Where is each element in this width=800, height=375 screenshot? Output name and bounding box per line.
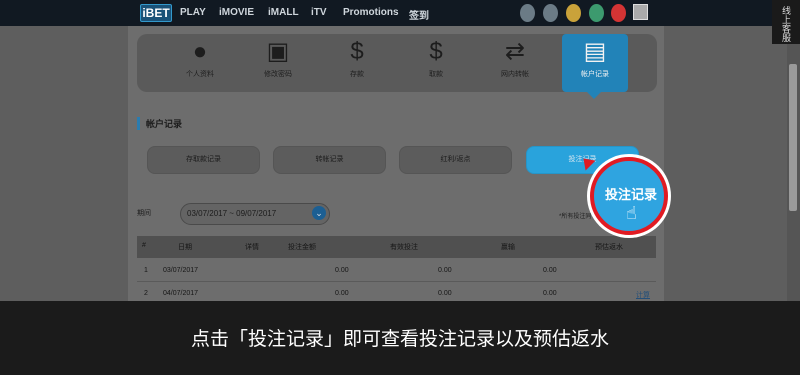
col-valid-bet: 有效投注 [390, 244, 418, 251]
filter-note: *所有投注同 [559, 214, 592, 220]
caption-text: 点击「投注记录」即可查看投注记录以及预估返水 [190, 328, 609, 350]
active-menu-pointer [587, 92, 601, 99]
lock-icon: ▣ [266, 38, 290, 65]
menu-transfer[interactable]: ⇄ 网内转帐 [485, 38, 545, 79]
user-avatar[interactable] [633, 4, 648, 20]
col-win-loss: 赢输 [501, 244, 515, 251]
menu-account-records[interactable]: ▤ 帐户记录 [562, 34, 628, 92]
notifications-icon[interactable] [543, 4, 558, 22]
alert-icon[interactable] [611, 4, 626, 22]
menu-transfer-label: 网内转帐 [501, 71, 529, 78]
menu-profile-label: 个人资料 [186, 71, 214, 78]
hand-cursor-icon: ☝ [626, 203, 637, 223]
col-bet-amount: 投注金额 [288, 244, 316, 251]
withdraw-icon: $ [429, 38, 443, 65]
menu-change-password[interactable]: ▣ 修改密码 [248, 38, 308, 79]
calculate-rebate-link[interactable]: 计算 [636, 290, 650, 300]
chat-icon[interactable] [589, 4, 604, 22]
tab-bonus-rebate[interactable]: 红利/返点 [399, 146, 512, 174]
row-divider [137, 281, 656, 282]
date-range-select[interactable]: 03/07/2017 ~ 09/07/2017 [180, 203, 330, 225]
menu-deposit[interactable]: $ 存款 [327, 38, 387, 79]
user-icon: ● [192, 38, 208, 65]
online-service-tab[interactable]: 线上客服 [772, 0, 800, 44]
messages-icon[interactable] [520, 4, 535, 22]
table-row-valid: 0.00 [438, 267, 452, 274]
table-row-valid: 0.00 [438, 290, 452, 297]
col-index: # [142, 242, 146, 249]
chevron-down-icon[interactable]: ⌄ [312, 206, 326, 220]
table-row-winloss: 0.00 [543, 290, 557, 297]
col-details: 详情 [245, 244, 259, 251]
menu-account-records-label: 帐户记录 [581, 71, 609, 78]
coin-icon[interactable] [566, 4, 581, 22]
menu-change-password-label: 修改密码 [264, 71, 292, 78]
records-icon: ▤ [583, 38, 607, 65]
nav-imall[interactable]: iMALL [268, 7, 299, 18]
tab-deposit-withdraw-records[interactable]: 存取款记录 [147, 146, 260, 174]
period-label: 期间 [137, 210, 151, 217]
menu-withdraw[interactable]: $ 取款 [406, 38, 466, 79]
transfer-icon: ⇄ [504, 38, 526, 65]
menu-profile[interactable]: ● 个人资料 [170, 38, 230, 79]
scrollbar-thumb[interactable] [789, 64, 797, 211]
nav-promotions[interactable]: Promotions [343, 7, 399, 18]
callout-label: 投注记录 [604, 187, 657, 202]
table-row-date: 04/07/2017 [163, 290, 199, 297]
nav-itv[interactable]: iTV [311, 7, 327, 18]
tab-transfer-records[interactable]: 转帐记录 [273, 146, 386, 174]
deposit-icon: $ [350, 38, 364, 65]
nav-checkin[interactable]: 签到 [409, 7, 429, 22]
col-date: 日期 [178, 244, 192, 251]
table-row-date: 03/07/2017 [163, 267, 199, 274]
menu-withdraw-label: 取款 [429, 71, 443, 78]
top-navbar [0, 0, 800, 26]
table-row-winloss: 0.00 [543, 267, 557, 274]
table-row-index: 2 [144, 290, 148, 297]
menu-deposit-label: 存款 [350, 71, 364, 78]
table-row-bet: 0.00 [335, 267, 349, 274]
brand-logo[interactable]: iBET [140, 4, 172, 22]
table-row-bet: 0.00 [335, 290, 349, 297]
section-title: 帐户记录 [137, 117, 182, 130]
nav-imovie[interactable]: iMOVIE [219, 7, 254, 18]
table-row-index: 1 [144, 267, 148, 274]
nav-play[interactable]: PLAY [180, 7, 206, 18]
col-est-rebate: 预估返水 [595, 244, 623, 251]
